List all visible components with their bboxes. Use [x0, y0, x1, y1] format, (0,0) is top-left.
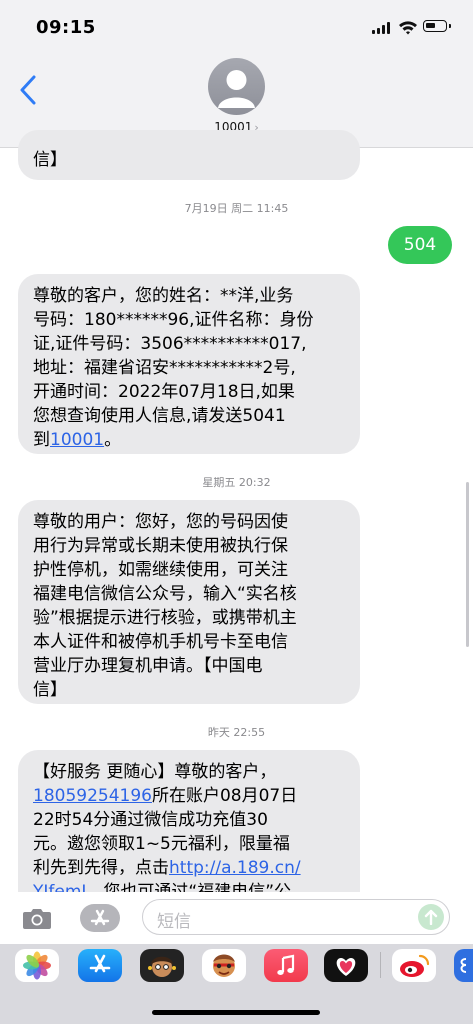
send-button[interactable]	[418, 904, 444, 930]
battery-icon	[423, 20, 451, 32]
message-text: 。	[104, 430, 122, 450]
music-app-icon[interactable]	[264, 949, 308, 982]
message-line: 【好服务 更随心】尊敬的客户，	[33, 762, 277, 782]
message-line: 地址：福建省诏安***********2号,	[33, 358, 296, 378]
message-line: 证,证件号码：3506**********017,	[33, 334, 307, 354]
cellular-signal-icon	[372, 22, 392, 34]
message-line: 信】	[33, 680, 67, 700]
message-bubble-partial[interactable]: 信】	[18, 130, 360, 180]
message-line: 验”根据提示进行核验，或携带机主	[33, 608, 297, 628]
weibo-app-icon[interactable]	[392, 949, 436, 982]
message-line: 本人证件和被停机手机号卡至电信	[33, 632, 288, 652]
animoji-app-icon[interactable]	[202, 949, 246, 982]
timestamp: 昨天 22:55	[207, 726, 266, 739]
message-text: 到	[33, 430, 50, 450]
back-chevron-icon[interactable]	[17, 74, 39, 106]
message-input[interactable]: 短信	[142, 899, 450, 935]
message-line: 您想查询使用人信息,请发送5041	[33, 406, 286, 426]
message-line: 到10001。	[33, 428, 345, 452]
url-link[interactable]: http://a.189.cn/	[169, 858, 301, 878]
dock-divider	[380, 952, 381, 978]
more-apps-icon[interactable]	[454, 949, 473, 982]
message-line: 用行为异常或长期未使用被执行保	[33, 536, 288, 556]
message-text: 所在账户08月07日	[151, 786, 298, 806]
phone-number-link[interactable]: 10001	[50, 430, 104, 450]
digital-touch-app-icon[interactable]	[324, 949, 368, 982]
message-line: 利先到先得，点击http://a.189.cn/	[33, 856, 345, 880]
camera-icon[interactable]	[22, 906, 52, 930]
status-bar: 09:15	[0, 0, 473, 52]
message-text: 信】	[33, 150, 67, 170]
app-store-app-icon[interactable]	[78, 949, 122, 982]
message-line: 营业厅办理复机申请。【中国电	[33, 656, 263, 676]
app-store-icon	[90, 909, 110, 926]
message-line: 元。邀您领取1~5元福利，限量福	[33, 834, 290, 854]
scroll-indicator[interactable]	[466, 482, 469, 647]
message-line: 号码：180******96,证件名称：身份	[33, 310, 314, 330]
message-bubble[interactable]: 尊敬的客户，您的姓名：**洋,业务 号码：180******96,证件名称：身份…	[18, 274, 360, 454]
input-placeholder: 短信	[157, 912, 191, 932]
message-text: 利先到先得，点击	[33, 858, 169, 878]
home-indicator[interactable]	[152, 1010, 320, 1015]
phone-number-link[interactable]: 18059254196	[33, 786, 152, 806]
memoji-app-icon[interactable]	[140, 949, 184, 982]
app-store-button[interactable]	[80, 904, 120, 932]
timestamp: 7月19日 周二 11:45	[184, 202, 289, 215]
message-line: 护性停机，如需继续使用，可关注	[33, 560, 288, 580]
message-line: 福建电信微信公众号，输入“实名核	[33, 584, 297, 604]
send-arrow-icon	[424, 909, 438, 925]
message-line: 尊敬的客户，您的姓名：**洋,业务	[33, 286, 294, 306]
outgoing-message-bubble[interactable]: 504	[388, 226, 452, 264]
wifi-icon	[399, 21, 417, 35]
message-line: 22时54分通过微信成功充值30	[33, 810, 268, 830]
photos-app-icon[interactable]	[15, 949, 59, 982]
message-text: 504	[403, 235, 437, 255]
message-bubble[interactable]: 尊敬的用户：您好，您的号码因使 用行为异常或长期未使用被执行保 护性停机，如需继…	[18, 500, 360, 704]
contact-avatar[interactable]	[208, 58, 265, 115]
message-line: 尊敬的用户：您好，您的号码因使	[33, 512, 288, 532]
message-line: 18059254196所在账户08月07日	[33, 784, 345, 808]
timestamp: 星期五 20:32	[202, 476, 271, 489]
message-line: 开通时间：2022年07月18日,如果	[33, 382, 295, 402]
person-icon	[218, 70, 255, 108]
status-time: 09:15	[36, 17, 96, 38]
